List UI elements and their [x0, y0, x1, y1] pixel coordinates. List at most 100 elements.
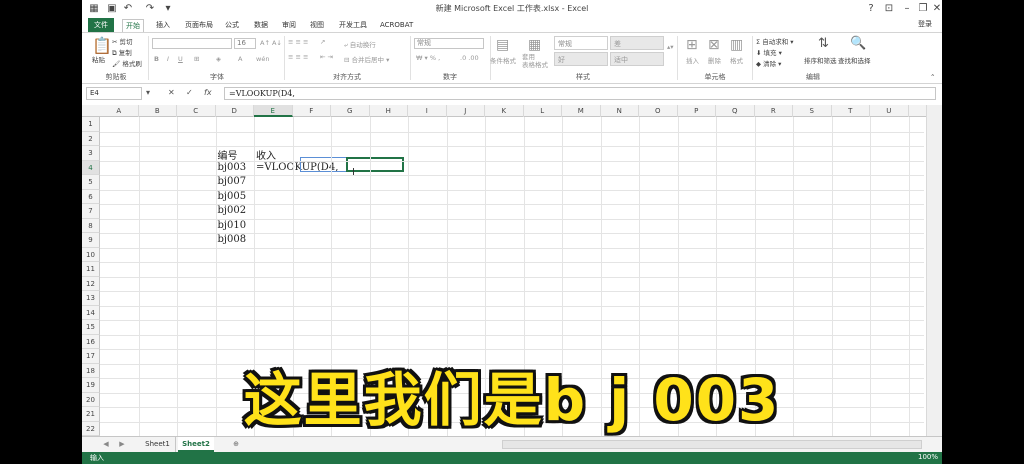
- font-size-select[interactable]: 16: [234, 38, 256, 49]
- tab-review[interactable]: 审阅: [282, 19, 296, 32]
- column-header-e[interactable]: E: [254, 105, 293, 117]
- format-painter-button[interactable]: 🖌 格式刷: [112, 58, 142, 68]
- tab-page-layout[interactable]: 页面布局: [185, 19, 213, 32]
- close-button[interactable]: ✕: [930, 2, 942, 16]
- row-header-10[interactable]: 10: [82, 247, 100, 262]
- column-header-p[interactable]: P: [678, 105, 716, 117]
- row-header-4[interactable]: 4: [82, 160, 100, 175]
- column-header-l[interactable]: L: [524, 105, 562, 117]
- column-header-g[interactable]: G: [331, 105, 370, 117]
- column-header-n[interactable]: N: [601, 105, 639, 117]
- bold-icon[interactable]: B: [154, 55, 159, 63]
- column-header-r[interactable]: R: [755, 105, 793, 117]
- column-header-a[interactable]: A: [100, 105, 139, 117]
- sort-filter-label[interactable]: 排序和筛选: [804, 55, 837, 65]
- row-header-11[interactable]: 11: [82, 262, 100, 277]
- row-header-15[interactable]: 15: [82, 320, 100, 335]
- column-header-i[interactable]: I: [408, 105, 447, 117]
- name-box[interactable]: E4: [86, 87, 142, 100]
- style-neutral[interactable]: 适中: [610, 52, 664, 66]
- borders-icon[interactable]: ⊞: [194, 55, 199, 63]
- underline-icon[interactable]: U: [178, 55, 183, 63]
- column-header-u[interactable]: U: [870, 105, 909, 117]
- row-header-3[interactable]: 3: [82, 146, 100, 161]
- format-as-table-icon[interactable]: ▦: [528, 37, 541, 53]
- column-header-k[interactable]: K: [485, 105, 524, 117]
- cut-button[interactable]: ✂ 剪切: [112, 36, 133, 46]
- paste-icon[interactable]: 📋: [92, 36, 112, 55]
- tab-insert[interactable]: 插入: [156, 19, 170, 32]
- style-bad[interactable]: 差: [610, 36, 664, 50]
- align-left-icon[interactable]: ≡ ≡ ≡: [288, 53, 308, 61]
- column-header-d[interactable]: D: [216, 105, 254, 117]
- row-header-1[interactable]: 1: [82, 117, 100, 132]
- delete-cells-icon[interactable]: ⊠: [708, 37, 720, 53]
- column-header-h[interactable]: H: [370, 105, 408, 117]
- column-header-o[interactable]: O: [639, 105, 678, 117]
- wrap-text-button[interactable]: ⤶ 自动换行: [344, 39, 376, 50]
- font-grow-icon[interactable]: A↑ A↓: [260, 39, 282, 47]
- tab-file[interactable]: 文件: [88, 18, 114, 32]
- tab-home[interactable]: 开始: [122, 19, 144, 32]
- enter-icon[interactable]: ✓: [186, 88, 193, 97]
- format-cells-label[interactable]: 格式: [730, 55, 743, 65]
- row-header-13[interactable]: 13: [82, 291, 100, 306]
- orientation-icon[interactable]: ↗: [320, 38, 325, 46]
- ribbon-display-button[interactable]: ⊡: [882, 2, 896, 16]
- find-select-icon[interactable]: 🔍: [850, 36, 866, 51]
- delete-cells-label[interactable]: 删除: [708, 55, 721, 65]
- minimize-button[interactable]: –: [900, 2, 914, 16]
- row-header-2[interactable]: 2: [82, 131, 100, 146]
- cell-d8[interactable]: bj010: [218, 220, 247, 231]
- font-color-icon[interactable]: A: [238, 55, 242, 63]
- column-header-f[interactable]: F: [293, 105, 331, 117]
- italic-icon[interactable]: I: [167, 55, 169, 63]
- row-header-6[interactable]: 6: [82, 189, 100, 204]
- insert-cells-label[interactable]: 插入: [686, 55, 699, 65]
- tab-acrobat[interactable]: ACROBAT: [380, 19, 413, 32]
- row-header-12[interactable]: 12: [82, 276, 100, 291]
- column-header-m[interactable]: M: [562, 105, 601, 117]
- row-header-9[interactable]: 9: [82, 233, 100, 248]
- row-header-8[interactable]: 8: [82, 218, 100, 233]
- fill-button[interactable]: ⬇ 填充 ▾: [756, 47, 782, 57]
- column-header-b[interactable]: B: [139, 105, 177, 117]
- column-header-q[interactable]: Q: [716, 105, 755, 117]
- font-name-select[interactable]: [152, 38, 232, 49]
- row-header-5[interactable]: 5: [82, 175, 100, 190]
- decimal-icon[interactable]: .0 .00: [460, 54, 479, 62]
- fill-color-icon[interactable]: ◈: [216, 55, 221, 63]
- tab-developer[interactable]: 开发工具: [339, 19, 367, 32]
- align-top-icon[interactable]: ≡ ≡ ≡: [288, 38, 308, 46]
- cell-d9[interactable]: bj008: [218, 234, 247, 245]
- conditional-format-label[interactable]: 条件格式: [490, 55, 516, 65]
- style-normal[interactable]: 常规: [554, 36, 608, 50]
- collapse-ribbon-icon[interactable]: ⌃: [930, 73, 935, 81]
- paste-button-label[interactable]: 粘贴: [92, 54, 105, 64]
- help-button[interactable]: ?: [864, 2, 878, 16]
- format-cells-icon[interactable]: ▥: [730, 37, 743, 53]
- cell-d7[interactable]: bj002: [218, 205, 247, 216]
- column-header-j[interactable]: J: [447, 105, 485, 117]
- tab-data[interactable]: 数据: [254, 19, 268, 32]
- maximize-button[interactable]: ❐: [916, 2, 930, 16]
- styles-scroll-icon[interactable]: ▴▾: [667, 43, 674, 51]
- format-as-table-label[interactable]: 套用 表格格式: [522, 53, 548, 69]
- column-header-t[interactable]: T: [832, 105, 870, 117]
- cell-d6[interactable]: bj005: [218, 191, 247, 202]
- indent-icon[interactable]: ⇤ ⇥: [320, 53, 333, 61]
- formula-input[interactable]: =VLOOKUP(D4,: [224, 87, 936, 100]
- insert-function-icon[interactable]: fx: [204, 88, 212, 97]
- namebox-dropdown-icon[interactable]: ▾: [146, 88, 150, 97]
- sort-filter-icon[interactable]: ⇅: [818, 36, 829, 51]
- autosum-button[interactable]: Σ 自动求和 ▾: [756, 36, 794, 46]
- conditional-format-icon[interactable]: ▤: [496, 37, 509, 53]
- currency-icon[interactable]: ₩ ▾ % ,: [416, 54, 440, 62]
- row-header-14[interactable]: 14: [82, 305, 100, 320]
- row-header-7[interactable]: 7: [82, 204, 100, 219]
- horizontal-scrollbar[interactable]: [502, 440, 922, 449]
- style-good[interactable]: 好: [554, 52, 608, 66]
- column-header-c[interactable]: C: [177, 105, 216, 117]
- phonetic-icon[interactable]: wén: [256, 55, 269, 63]
- cancel-icon[interactable]: ✕: [168, 88, 175, 97]
